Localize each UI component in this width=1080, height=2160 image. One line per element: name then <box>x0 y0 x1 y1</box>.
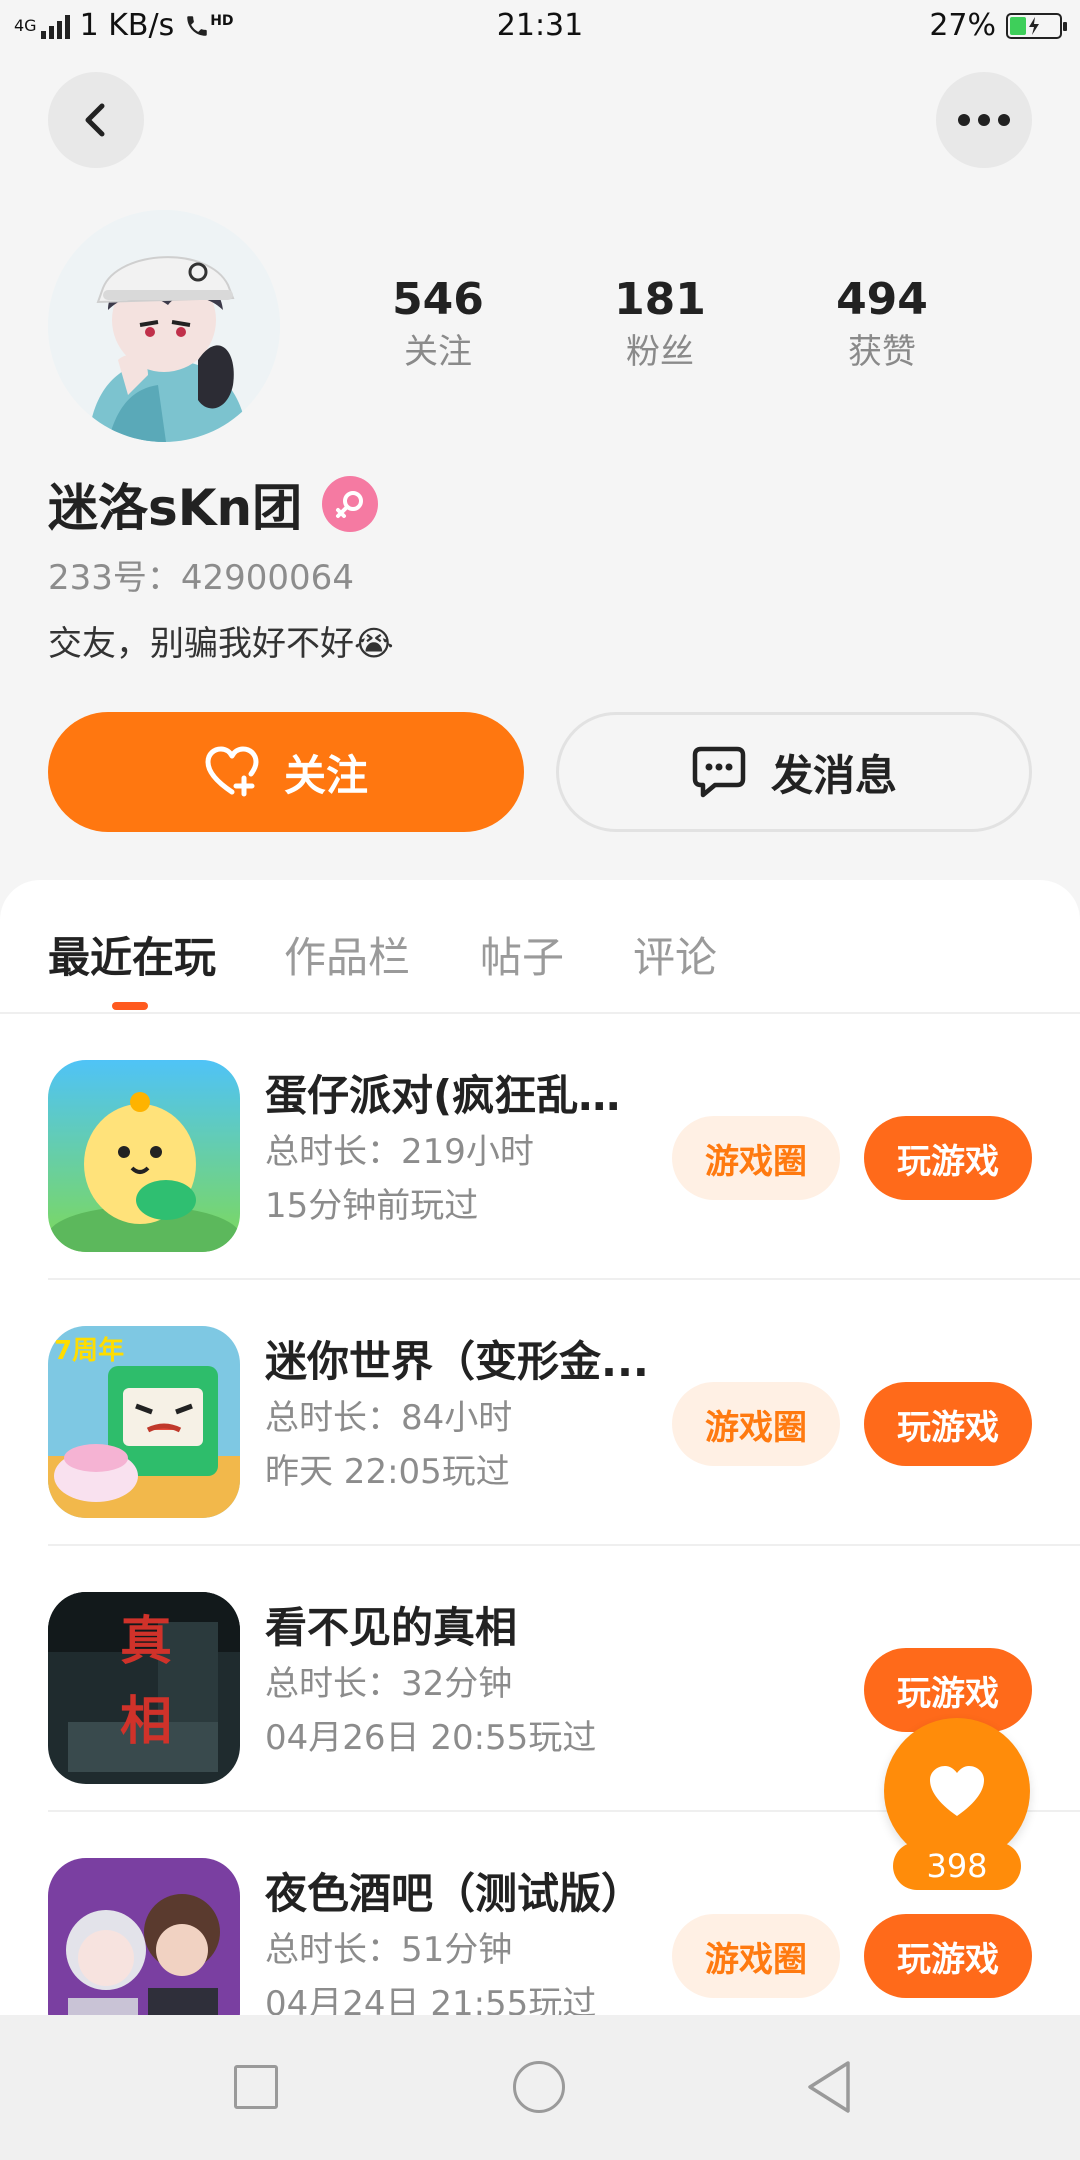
game-icon-mini-world[interactable]: 7周年 <box>48 1326 240 1518</box>
more-options-button[interactable] <box>936 72 1032 168</box>
chat-bubble-icon <box>692 746 746 798</box>
play-game-button[interactable]: 玩游戏 <box>864 1116 1032 1200</box>
profile-bio: 交友，别骗我好不好😭 <box>48 624 394 664</box>
game-row[interactable]: 7周年 迷你世界（变形金... 总时长：84小时 昨天 22:05玩过 游戏圈 … <box>0 1280 1080 1546</box>
battery-percent: 27% <box>929 8 996 43</box>
heart-icon <box>930 1766 984 1816</box>
follow-label: 关注 <box>283 750 368 800</box>
like-count-badge: 398 <box>893 1842 1021 1890</box>
game-circle-button[interactable]: 游戏圈 <box>672 1116 840 1200</box>
stat-label: 获赞 <box>848 332 916 372</box>
game-last-played: 04月26日 20:55玩过 <box>265 1718 597 1758</box>
game-last-played: 昨天 22:05玩过 <box>265 1452 510 1492</box>
tab-posts[interactable]: 帖子 <box>480 924 564 985</box>
game-duration: 总时长：84小时 <box>265 1398 513 1438</box>
game-duration: 总时长：219小时 <box>265 1132 534 1172</box>
game-title: 看不见的真相 <box>265 1603 518 1652</box>
more-dots-icon <box>958 114 1010 126</box>
truth-title-art: 真相 <box>119 1611 172 1752</box>
message-button[interactable]: 发消息 <box>556 712 1032 832</box>
recent-apps-button[interactable] <box>234 2065 278 2109</box>
tab-works[interactable]: 作品栏 <box>284 924 410 985</box>
stat-number: 494 <box>836 274 928 325</box>
avatar[interactable] <box>48 210 280 442</box>
stat-label: 关注 <box>404 332 472 372</box>
profile-name: 迷洛sKn团 <box>48 479 303 537</box>
system-nav-bar <box>0 2015 1080 2160</box>
heart-plus-icon <box>205 746 259 797</box>
game-icon-invisible-truth[interactable]: 真相 <box>48 1592 240 1784</box>
game-circle-button[interactable]: 游戏圈 <box>672 1382 840 1466</box>
game-row[interactable]: 蛋仔派对(疯狂乱斗... 总时长：219小时 15分钟前玩过 游戏圈 玩游戏 <box>0 1014 1080 1280</box>
chevron-left-icon <box>85 103 105 137</box>
game-last-played: 15分钟前玩过 <box>265 1186 479 1226</box>
game-icon-night-bar[interactable] <box>48 1858 240 2015</box>
game-duration: 总时长：32分钟 <box>265 1664 513 1704</box>
tab-recently-played[interactable]: 最近在玩 <box>48 924 216 985</box>
female-gender-icon <box>322 476 379 532</box>
stat-likes[interactable]: 494 获赞 <box>782 272 982 376</box>
game-icon-eggy-party[interactable] <box>48 1060 240 1252</box>
stat-number: 546 <box>392 274 484 325</box>
user-id: 233号：42900064 <box>48 558 354 598</box>
game-last-played: 04月24日 21:55玩过 <box>265 1984 597 2015</box>
clock: 21:31 <box>496 8 584 43</box>
nav-back-button[interactable] <box>804 2059 854 2115</box>
status-bar: 4G 1 KB/s HD 21:31 27% <box>0 0 1080 56</box>
home-button[interactable] <box>513 2061 565 2113</box>
tab-comments[interactable]: 评论 <box>633 924 717 985</box>
back-button[interactable] <box>48 72 144 168</box>
stat-following[interactable]: 546 关注 <box>338 272 538 376</box>
anniversary-badge: 7周年 <box>54 1336 125 1366</box>
game-title: 蛋仔派对(疯狂乱斗... <box>265 1071 650 1120</box>
game-circle-button[interactable]: 游戏圈 <box>672 1914 840 1998</box>
battery-icon <box>1006 12 1067 39</box>
message-label: 发消息 <box>770 750 897 800</box>
play-game-button[interactable]: 玩游戏 <box>864 1382 1032 1466</box>
profile-name-row: 迷洛sKn团 <box>48 468 379 540</box>
game-duration: 总时长：51分钟 <box>265 1930 513 1970</box>
stat-followers[interactable]: 181 粉丝 <box>560 272 760 376</box>
game-title: 夜色酒吧（测试版） <box>265 1869 644 1918</box>
play-game-button[interactable]: 玩游戏 <box>864 1914 1032 1998</box>
game-title: 迷你世界（变形金... <box>265 1337 649 1386</box>
stat-label: 粉丝 <box>626 332 694 372</box>
tab-bar: 最近在玩 作品栏 帖子 评论 <box>0 880 1080 1014</box>
follow-button[interactable]: 关注 <box>48 712 524 832</box>
stat-number: 181 <box>614 274 706 325</box>
active-tab-indicator <box>112 1002 148 1010</box>
